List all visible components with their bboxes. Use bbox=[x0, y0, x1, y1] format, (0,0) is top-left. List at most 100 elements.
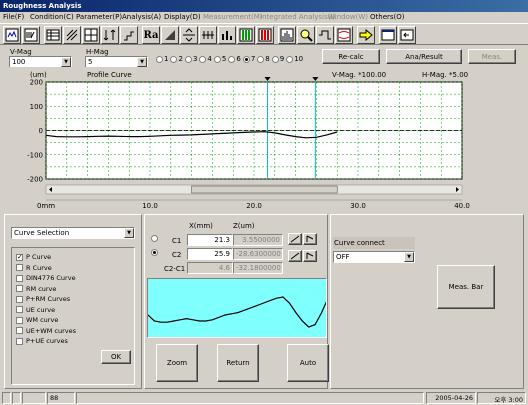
x-tick-label: 20.0 bbox=[246, 202, 262, 210]
overlay-icon[interactable] bbox=[335, 26, 353, 44]
menu-window[interactable]: Window(W) bbox=[328, 13, 368, 21]
curve-checkbox-label: WM curve bbox=[26, 316, 59, 325]
cursor-c2-z: -28.6300000 bbox=[233, 248, 283, 260]
curve-checkbox-item[interactable]: UE curve bbox=[16, 305, 76, 316]
curve-radio-2[interactable]: 2 bbox=[170, 54, 183, 64]
meas-bar-button[interactable]: Meas. Bar bbox=[437, 265, 495, 309]
status-cell-2 bbox=[12, 392, 21, 404]
ana-result-button[interactable]: Ana/Result bbox=[386, 49, 462, 64]
curve-radio-9[interactable]: 9 bbox=[271, 54, 284, 64]
cursor-c1-radio[interactable] bbox=[151, 235, 159, 242]
meas-button[interactable]: Meas. bbox=[468, 49, 516, 64]
curve-selection-select[interactable]: Curve Selection ▼ bbox=[11, 227, 135, 239]
x-column-header: X(mm) bbox=[189, 222, 213, 230]
curve-connect-value: OFF bbox=[336, 253, 350, 261]
cursor-c2-radio[interactable] bbox=[151, 249, 159, 256]
checkbox[interactable] bbox=[16, 274, 23, 282]
curve-checkbox-item[interactable]: R Curve bbox=[16, 263, 76, 274]
checkbox[interactable] bbox=[16, 285, 23, 293]
cursor-c1-right-icon[interactable] bbox=[303, 233, 317, 245]
checkbox[interactable] bbox=[16, 327, 23, 335]
radio-dot bbox=[286, 55, 294, 63]
y-tick-label: -200 bbox=[27, 176, 43, 184]
checkbox[interactable] bbox=[16, 295, 23, 303]
level-adjust-icon[interactable] bbox=[180, 26, 198, 44]
curve-radio-7[interactable]: 7 bbox=[242, 54, 255, 64]
menu-display[interactable]: Display(D) bbox=[164, 13, 201, 21]
auto-button[interactable]: Auto bbox=[287, 344, 329, 382]
green-bars-icon[interactable] bbox=[237, 26, 255, 44]
curve-selection-value: Curve Selection bbox=[14, 229, 70, 237]
cursor-c1-left-icon[interactable] bbox=[288, 233, 302, 245]
h-mag-label: H-Mag bbox=[86, 48, 109, 56]
chevron-down-icon: ▼ bbox=[404, 252, 414, 262]
status-cell-1 bbox=[2, 392, 11, 404]
cursor-c2-left-icon[interactable] bbox=[288, 250, 302, 262]
curve-connect-label: Curve connect bbox=[334, 239, 385, 247]
red-bars-icon[interactable] bbox=[256, 26, 274, 44]
ra-parameter-icon[interactable]: Ra bbox=[142, 26, 160, 44]
radio-dot bbox=[271, 55, 279, 63]
cursor-c2-right-icon[interactable] bbox=[303, 250, 317, 262]
checkbox[interactable] bbox=[16, 306, 23, 314]
menu-condition[interactable]: Condition(C) bbox=[30, 13, 74, 21]
bearing-curve-icon[interactable] bbox=[161, 26, 179, 44]
curve-radio-6[interactable]: 6 bbox=[228, 54, 241, 64]
checkbox[interactable] bbox=[16, 253, 23, 262]
magnify-icon[interactable] bbox=[297, 26, 315, 44]
curve-checkbox-item[interactable]: WM curve bbox=[16, 315, 76, 326]
bar-chart-icon[interactable] bbox=[218, 26, 236, 44]
curve-connect-select[interactable]: OFF ▼ bbox=[333, 251, 415, 263]
curve-radio-1[interactable]: 1 bbox=[156, 54, 168, 64]
table-icon[interactable] bbox=[44, 26, 62, 44]
checkbox[interactable] bbox=[16, 316, 23, 324]
cursor-diff-x: 4.6 bbox=[187, 262, 233, 274]
menu-parameter[interactable]: Parameter(P) bbox=[76, 13, 122, 21]
wave-select-icon[interactable] bbox=[22, 26, 40, 44]
arrow-right-icon[interactable] bbox=[357, 26, 375, 44]
step-icon[interactable] bbox=[120, 26, 138, 44]
curve-radio-4[interactable]: 4 bbox=[199, 54, 212, 64]
curve-radio-5[interactable]: 5 bbox=[213, 54, 226, 64]
menu-measurement[interactable]: Measurement(M) bbox=[203, 13, 263, 21]
histogram-icon[interactable] bbox=[278, 26, 296, 44]
menu-others[interactable]: Others(O) bbox=[370, 13, 405, 21]
curve-checkbox-item[interactable]: RM curve bbox=[16, 284, 76, 295]
return-button[interactable]: Return bbox=[217, 344, 259, 382]
window-tile-icon[interactable] bbox=[379, 26, 397, 44]
menu-analysis[interactable]: Analysis(A) bbox=[122, 13, 161, 21]
preview-curve-line bbox=[148, 296, 326, 328]
curve-radio-10[interactable]: 10 bbox=[286, 54, 303, 64]
arrows-icon[interactable] bbox=[101, 26, 119, 44]
radio-dot bbox=[213, 55, 221, 63]
curve-checkbox-item[interactable]: P+RM Curves bbox=[16, 294, 76, 305]
curve-checkbox-item[interactable]: UE+WM curves bbox=[16, 326, 76, 337]
recalc-button[interactable]: Re-calc bbox=[322, 49, 380, 64]
curve-checkbox-item[interactable]: P Curve bbox=[16, 252, 76, 263]
peak-count-icon[interactable] bbox=[199, 26, 217, 44]
curve-checkbox-item[interactable]: DIN4776 Curve bbox=[16, 273, 76, 284]
grid-icon[interactable] bbox=[82, 26, 100, 44]
curve-radio-8[interactable]: 8 bbox=[257, 54, 270, 64]
status-cell-3 bbox=[22, 392, 46, 404]
x-tick-label: 10.0 bbox=[142, 202, 158, 210]
curve-checkbox-item[interactable]: P+UE curves bbox=[16, 336, 76, 347]
cursor-diff-label: C2-C1 bbox=[164, 265, 186, 273]
ok-button[interactable]: OK bbox=[101, 350, 131, 364]
filter-icon[interactable] bbox=[316, 26, 334, 44]
hatch-icon[interactable] bbox=[63, 26, 81, 44]
window-back-icon[interactable] bbox=[398, 26, 416, 44]
cursor-c2-x[interactable]: 25.9 bbox=[187, 248, 233, 260]
cursor-c2-label: C2 bbox=[172, 251, 182, 259]
checkbox[interactable] bbox=[16, 337, 23, 345]
profile-curve-chart[interactable]: 200 100 0 -100 -200 0mm 10.0 20.0 30.0 40.0 bbox=[4, 67, 524, 212]
menu-file[interactable]: File(F) bbox=[3, 13, 24, 21]
profile-view-icon[interactable] bbox=[3, 26, 21, 44]
radio-dot bbox=[257, 55, 265, 63]
curve-radio-3[interactable]: 3 bbox=[184, 54, 197, 64]
cursor-c1-x[interactable]: 21.3 bbox=[187, 234, 233, 246]
menu-integrated-analysis[interactable]: Integrated Analysis(I) bbox=[260, 13, 335, 21]
zoom-button[interactable]: Zoom bbox=[156, 344, 198, 382]
y-tick-label: -100 bbox=[27, 151, 43, 159]
checkbox[interactable] bbox=[16, 264, 23, 272]
